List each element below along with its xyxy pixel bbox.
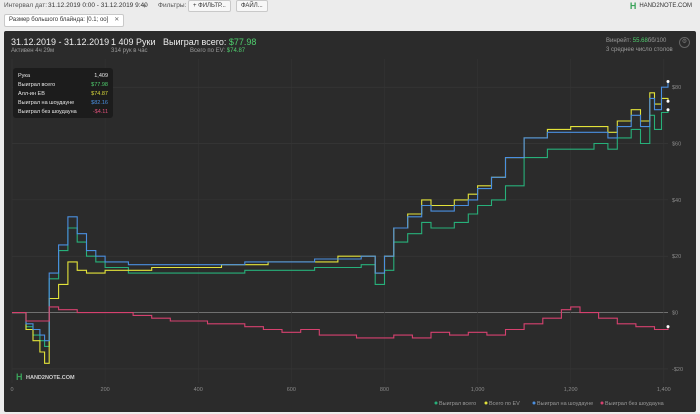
tooltip-value: $74.87 — [91, 91, 108, 97]
active-filter-chip[interactable]: Размер большого блайнда: [0.1; oo] ✕ — [4, 14, 125, 27]
brand-logo: H HAND2NOTE.COM — [630, 1, 692, 11]
file-button[interactable]: ФАЙЛ... — [236, 0, 268, 12]
legend-marker — [600, 401, 604, 405]
watermark-brand-name: HAND2NOTE.COM — [26, 375, 75, 381]
chevron-down-icon[interactable]: ▾ — [143, 2, 146, 10]
tooltip-key: Выиграл всего — [18, 82, 56, 88]
active-filter-label: Размер большого блайнда: [0.1; oo] — [9, 17, 109, 23]
tooltip-value: $82.16 — [91, 100, 108, 106]
add-filter-button[interactable]: + ФИЛЬТР... — [188, 0, 231, 12]
y-tick-label: $0 — [672, 311, 678, 317]
x-tick-label: 1,400 — [657, 387, 671, 393]
filters-label: Фильтры: — [158, 2, 187, 9]
x-tick-label: 1,000 — [471, 387, 485, 393]
series-line-1 — [12, 92, 669, 364]
hand2note-logo-icon: H — [629, 1, 637, 11]
legend-label: Выиграл без шоудауна — [605, 401, 665, 407]
legend-marker — [532, 401, 536, 405]
date-interval-label: Интервал дат: — [4, 2, 48, 9]
x-tick-label: 800 — [380, 387, 389, 393]
tooltip-value: -$4.11 — [92, 109, 108, 115]
series-end-point — [666, 108, 670, 112]
tooltip-value: $77.98 — [91, 82, 108, 88]
x-tick-label: 600 — [287, 387, 296, 393]
series-line-2 — [12, 81, 669, 342]
tooltip-value: 1,409 — [94, 73, 108, 79]
legend-marker — [484, 401, 488, 405]
close-icon[interactable]: ✕ — [114, 17, 119, 23]
y-tick-label: $40 — [672, 198, 681, 204]
series-end-point — [666, 99, 670, 103]
series-line-3 — [12, 306, 669, 339]
tooltip-row: Алл-ин EB $74.87 — [18, 91, 108, 99]
tooltip-row: Выиграл всего $77.98 — [18, 82, 108, 90]
legend-label: Всего по EV — [489, 401, 520, 407]
legend-marker — [434, 401, 438, 405]
tooltip-row: Выиграл без шоудауна -$4.11 — [18, 109, 108, 117]
series-end-point — [666, 80, 670, 84]
x-tick-label: 400 — [194, 387, 203, 393]
series-line-0 — [12, 109, 669, 347]
x-tick-label: 200 — [101, 387, 110, 393]
x-tick-label: 1,200 — [564, 387, 578, 393]
legend-label: Выиграл на шоудауне — [537, 401, 593, 407]
y-tick-label: -$20 — [672, 367, 683, 373]
tooltip-key: Алл-ин EB — [18, 91, 45, 97]
tooltip-key: Выиграл на шоудауне — [18, 100, 75, 106]
tooltip-row: Рука 1,409 — [18, 73, 108, 81]
hand2note-watermark-icon: H — [16, 372, 23, 382]
series-end-point — [666, 325, 670, 329]
tooltip-key: Рука — [18, 73, 31, 79]
date-interval-value[interactable]: 31.12.2019 0:00 - 31.12.2019 9:40 — [48, 2, 148, 9]
graph-panel: 31.12.2019 - 31.12.2019 Активен 4ч 29м 1… — [4, 31, 696, 412]
y-tick-label: $80 — [672, 85, 681, 91]
top-toolbar: Интервал дат: 31.12.2019 0:00 - 31.12.20… — [0, 0, 700, 12]
y-tick-label: $20 — [672, 254, 681, 260]
tooltip-row: Выиграл на шоудауне $82.16 — [18, 100, 108, 108]
brand-name: HAND2NOTE.COM — [639, 3, 692, 9]
y-tick-label: $60 — [672, 142, 681, 148]
legend-label: Выиграл всего — [439, 401, 476, 407]
tooltip-key: Выиграл без шоудауна — [18, 109, 77, 115]
hover-tooltip: Рука 1,409 Выиграл всего $77.98 Алл-ин EB $74… — [13, 68, 113, 118]
x-tick-label: 0 — [10, 387, 13, 393]
